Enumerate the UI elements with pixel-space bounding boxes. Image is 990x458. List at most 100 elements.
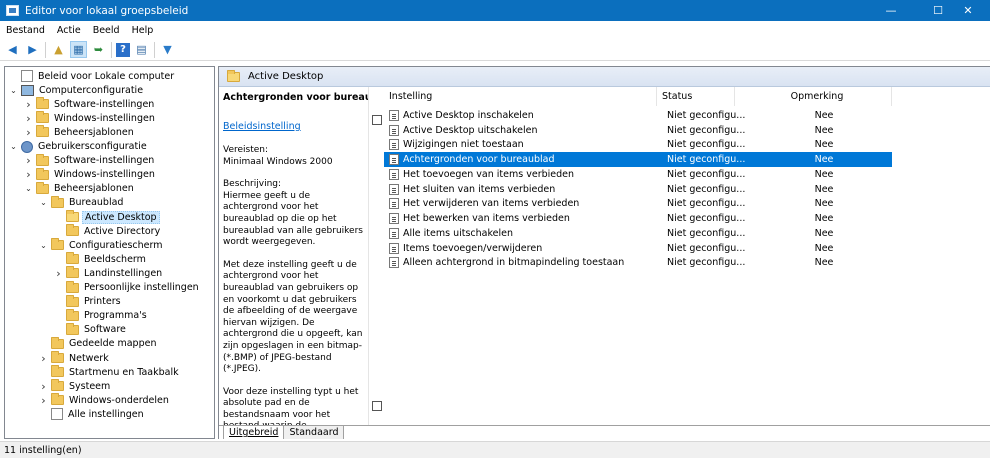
show-hide-tree-icon[interactable]: ▦	[70, 41, 87, 58]
arrow-left-icon[interactable]: ◀	[4, 41, 21, 58]
policy-setting-icon	[389, 124, 399, 136]
filter-icon[interactable]: ▼	[159, 41, 176, 58]
policy-icon	[51, 408, 63, 421]
tree-item[interactable]: ⌄ Beheersjablonen	[24, 181, 136, 196]
tree-item-label: Software	[84, 324, 126, 336]
column-header-status[interactable]: Status	[657, 87, 735, 106]
tree-item[interactable]: ⌄ Computerconfiguratie	[9, 83, 145, 97]
menu-bestand[interactable]: Bestand	[0, 25, 51, 36]
chevron-right-icon[interactable]: ›	[39, 352, 48, 365]
help-icon[interactable]: ?	[116, 42, 130, 57]
cell-name: Het toevoegen van items verbieden	[403, 168, 575, 180]
chevron-right-icon[interactable]: ›	[24, 168, 33, 181]
tree-pane[interactable]: Beleid voor Lokale computer ⌄ Computerconf…	[4, 66, 215, 439]
close-button[interactable]: ✕	[946, 0, 990, 21]
tree-item[interactable]: Persoonlijke instellingen	[54, 280, 201, 295]
column-header-name[interactable]: Instelling	[384, 87, 657, 106]
folder-icon	[36, 153, 49, 166]
menu-actie[interactable]: Actie	[51, 25, 87, 36]
tree-item[interactable]: › Windows-instellingen	[24, 111, 157, 125]
chevron-down-icon[interactable]: ⌄	[39, 241, 48, 250]
table-row[interactable]: Het sluiten van items verbieden Niet geco…	[384, 182, 892, 197]
scroll-down-box[interactable]	[372, 401, 382, 411]
chevron-right-icon[interactable]: ›	[24, 112, 33, 125]
table-row[interactable]: Active Desktop uitschakelen Niet geconfig…	[384, 123, 892, 138]
export-list-icon[interactable]: ➥	[90, 41, 107, 58]
cell-comment: Nee	[814, 198, 834, 210]
cell-name: Alleen achtergrond in bitmapindeling toe…	[403, 257, 625, 269]
tree-item-label: Windows-instellingen	[54, 112, 155, 124]
table-row[interactable]: Alle items uitschakelen Niet geconfigu...…	[384, 226, 892, 241]
table-row[interactable]: Active Desktop inschakelen Niet geconfigu…	[384, 108, 892, 123]
table-row[interactable]: Alleen achtergrond in bitmapindeling toe…	[384, 256, 892, 271]
cell-status: Niet geconfigu...	[667, 124, 746, 136]
menu-help[interactable]: Help	[126, 25, 160, 36]
tree-item[interactable]: Beeldscherm	[54, 252, 148, 266]
folder-icon	[36, 181, 49, 194]
chevron-right-icon[interactable]: ›	[24, 126, 33, 139]
tab-standaard[interactable]: Standaard	[283, 426, 345, 439]
tree-item[interactable]: › Windows-instellingen	[24, 167, 157, 182]
tree-item[interactable]: Alle instellingen	[39, 407, 146, 421]
properties-icon[interactable]: ▤	[133, 41, 150, 58]
tree-item[interactable]: › Netwerk	[39, 351, 111, 365]
user-icon	[21, 140, 33, 153]
policy-setting-icon	[389, 154, 399, 166]
tree-item[interactable]: Programma's	[54, 308, 149, 323]
table-row[interactable]: Wijzigingen niet toestaan Niet geconfigu.…	[384, 138, 892, 153]
tree-item[interactable]: › Systeem	[39, 379, 112, 393]
tree-item[interactable]: ⌄ Gebruikersconfiguratie	[9, 140, 149, 154]
chevron-right-icon[interactable]: ›	[54, 267, 63, 280]
cell-status: Niet geconfigu...	[667, 109, 746, 121]
policy-setting-icon	[389, 213, 399, 225]
folder-icon	[51, 351, 64, 363]
chevron-down-icon[interactable]: ⌄	[9, 86, 18, 95]
chevron-right-icon[interactable]: ›	[24, 98, 33, 111]
policy-setting-icon	[389, 109, 399, 121]
tree-item[interactable]: › Beheersjablonen	[24, 125, 136, 139]
table-row[interactable]: Het toevoegen van items verbieden Niet ge…	[384, 167, 892, 182]
chevron-right-icon[interactable]: ›	[39, 394, 48, 407]
chevron-right-icon[interactable]: ›	[24, 154, 33, 167]
tree-item[interactable]: Printers	[54, 294, 123, 309]
policy-setting-link[interactable]: Beleidsinstelling	[223, 121, 363, 132]
cell-status: Niet geconfigu...	[667, 257, 746, 269]
menu-beeld[interactable]: Beeld	[87, 25, 126, 36]
tree-item[interactable]: › Software-instellingen	[24, 153, 156, 168]
chevron-down-icon[interactable]: ⌄	[39, 198, 48, 207]
folder-up-icon[interactable]: ▲	[50, 41, 67, 58]
tree-item-label: Beheersjablonen	[54, 126, 134, 138]
tree-item[interactable]: Active Desktop	[54, 210, 160, 224]
tree-item[interactable]: Software	[54, 322, 128, 337]
description-scrollbar[interactable]	[371, 87, 383, 425]
minimize-button[interactable]: —	[869, 0, 913, 21]
tree-item[interactable]: Startmenu en Taakbalk	[39, 365, 181, 379]
tree-item-label: Persoonlijke instellingen	[84, 282, 199, 293]
tab-uitgebreid[interactable]: Uitgebreid	[223, 426, 285, 439]
folder-icon	[66, 280, 79, 293]
tree-item[interactable]: › Windows-onderdelen	[39, 393, 171, 407]
chevron-down-icon[interactable]: ⌄	[24, 184, 33, 193]
cell-status: Niet geconfigu...	[667, 227, 746, 239]
tree-item[interactable]: › Software-instellingen	[24, 97, 156, 111]
tree-item[interactable]: Active Directory	[54, 224, 162, 238]
category-title: Active Desktop	[248, 71, 324, 82]
scroll-up-box[interactable]	[372, 115, 382, 125]
table-row[interactable]: Achtergronden voor bureaublad Niet geconf…	[384, 152, 892, 167]
tree-item[interactable]: Gedeelde mappen	[39, 336, 158, 351]
arrow-right-icon[interactable]: ▶	[24, 41, 41, 58]
tree-item[interactable]: › Landinstellingen	[54, 266, 164, 280]
tree-item[interactable]: ⌄ Configuratiescherm	[39, 238, 164, 252]
chevron-right-icon[interactable]: ›	[39, 380, 48, 393]
table-row[interactable]: Items toevoegen/verwijderen Niet geconfig…	[384, 241, 892, 256]
tree-item[interactable]: ⌄ Bureaublad	[39, 195, 125, 210]
column-header-comment[interactable]: Opmerking	[735, 87, 892, 106]
table-row[interactable]: Het bewerken van items verbieden Niet gec…	[384, 211, 892, 226]
tree-item[interactable]: Beleid voor Lokale computer	[9, 69, 176, 83]
chevron-down-icon[interactable]: ⌄	[9, 142, 18, 151]
table-row[interactable]: Het verwijderen van items verbieden Niet …	[384, 197, 892, 212]
folder-icon	[51, 379, 64, 392]
